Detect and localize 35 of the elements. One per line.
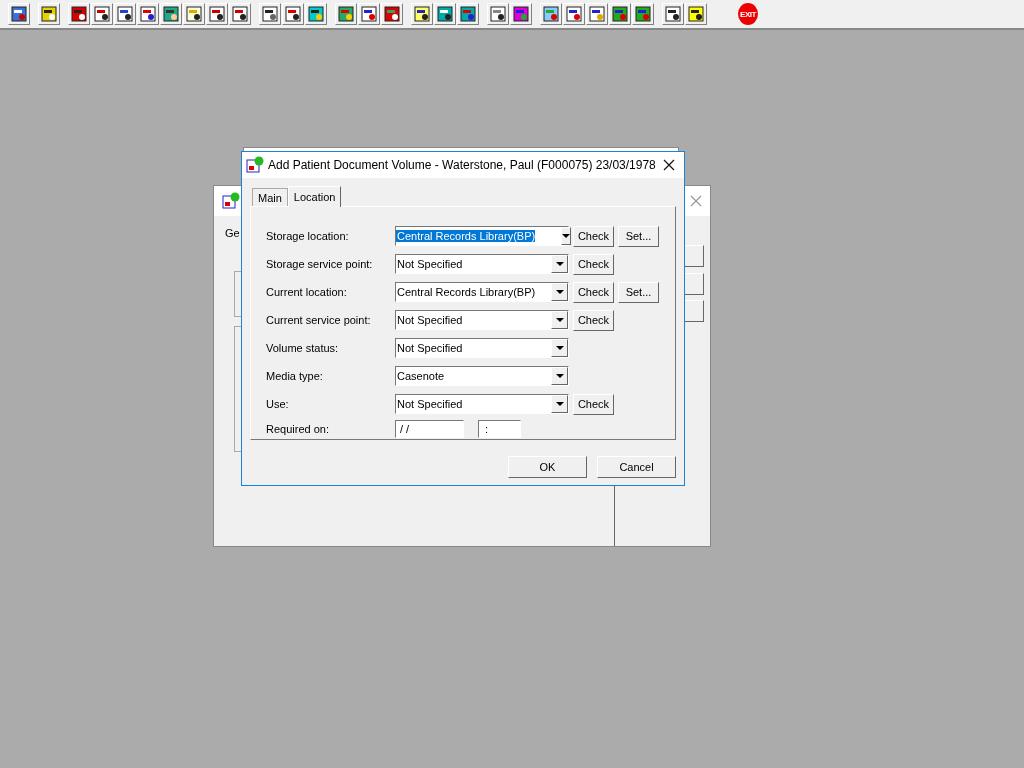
- button[interactable]: [684, 273, 704, 295]
- field-label: Required on:: [266, 423, 330, 435]
- dropdown[interactable]: Central Records Library(BP): [395, 282, 569, 302]
- date-field[interactable]: / /: [395, 420, 464, 438]
- exit-button[interactable]: EXIT: [737, 3, 759, 25]
- dialog-button[interactable]: OK: [508, 456, 587, 478]
- field-label: Current location:: [266, 286, 348, 298]
- button[interactable]: Set...: [618, 225, 659, 247]
- dropdown[interactable]: Not Specified: [395, 310, 569, 330]
- dropdown[interactable]: Not Specified: [395, 338, 569, 358]
- field-label: Volume status:: [266, 342, 340, 354]
- button[interactable]: Set...: [618, 281, 659, 303]
- window-title: Add Patient Document Volume - Waterstone, Paul (F000075) 23/03/1978: [268, 158, 656, 172]
- tab[interactable]: Main: [252, 188, 288, 206]
- field-label: Storage location:: [266, 230, 350, 242]
- close-icon[interactable]: [663, 159, 675, 171]
- dropdown[interactable]: Central Records Library(BP): [395, 226, 569, 246]
- field-label: Use:: [266, 398, 290, 410]
- button[interactable]: Check: [573, 225, 614, 247]
- button[interactable]: [684, 300, 704, 322]
- dropdown[interactable]: Not Specified: [395, 394, 569, 414]
- dialog-button[interactable]: Cancel: [597, 456, 676, 478]
- time-field[interactable]: :: [478, 420, 521, 438]
- button[interactable]: [684, 245, 704, 267]
- tab-label[interactable]: Ge: [225, 227, 240, 239]
- field-label: Storage service point:: [266, 258, 374, 270]
- dropdown[interactable]: Casenote: [395, 366, 569, 386]
- dropdown[interactable]: Not Specified: [395, 254, 569, 274]
- button[interactable]: Check: [573, 393, 614, 415]
- field-label: Current service point:: [266, 314, 372, 326]
- button[interactable]: Check: [573, 281, 614, 303]
- field-label: Media type:: [266, 370, 324, 382]
- button[interactable]: Check: [573, 309, 614, 331]
- tab[interactable]: Location: [287, 186, 342, 207]
- button[interactable]: Check: [573, 253, 614, 275]
